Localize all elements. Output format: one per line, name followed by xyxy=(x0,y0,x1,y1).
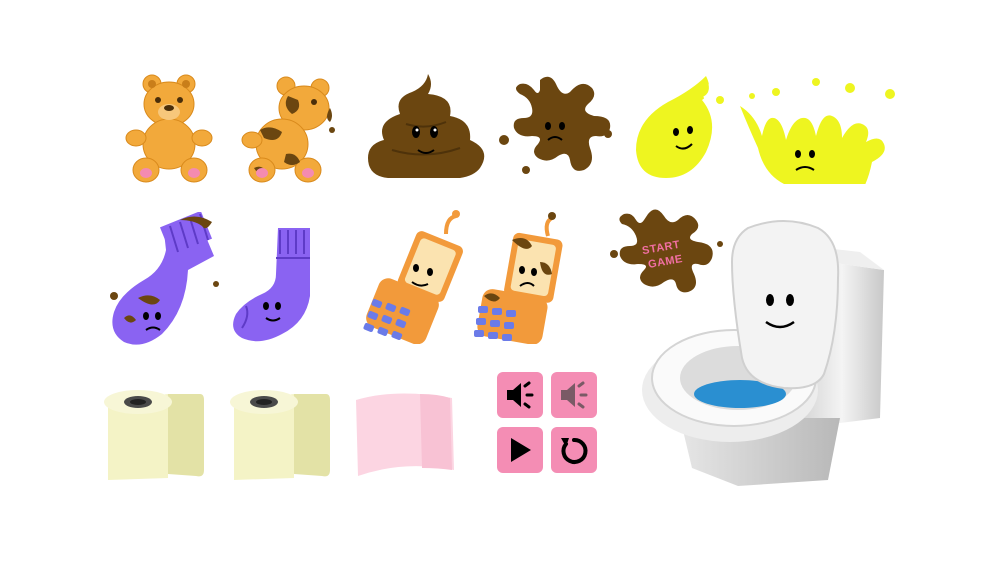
poop-sprite xyxy=(368,74,485,178)
sock-clean-sprite xyxy=(233,228,310,342)
toilet-sprite xyxy=(642,220,884,486)
pee-splash-sprite xyxy=(740,78,895,184)
sound-off-button[interactable] xyxy=(551,372,597,418)
phone-dirty-sprite xyxy=(474,212,563,344)
phone-clean-sprite xyxy=(363,210,463,344)
pee-drop-sprite xyxy=(636,76,724,178)
teddy-bear-dirty-sprite xyxy=(241,76,335,183)
play-button[interactable] xyxy=(497,427,543,473)
sock-dirty-sprite xyxy=(110,212,219,345)
speaker-muted-icon xyxy=(561,381,588,409)
teddy-bear-clean-sprite xyxy=(125,74,213,183)
toilet-paper-roll-alt-sprite xyxy=(230,390,330,480)
speaker-icon xyxy=(507,381,534,409)
sound-on-button[interactable] xyxy=(497,372,543,418)
sprite-sheet: START GAME xyxy=(0,0,1000,562)
poop-splat-sprite xyxy=(499,76,612,174)
play-icon xyxy=(511,438,531,462)
pink-paper-sprite xyxy=(356,393,454,476)
restart-button[interactable] xyxy=(551,427,597,473)
restart-icon xyxy=(561,437,588,464)
toilet-paper-roll-sprite xyxy=(104,390,204,480)
